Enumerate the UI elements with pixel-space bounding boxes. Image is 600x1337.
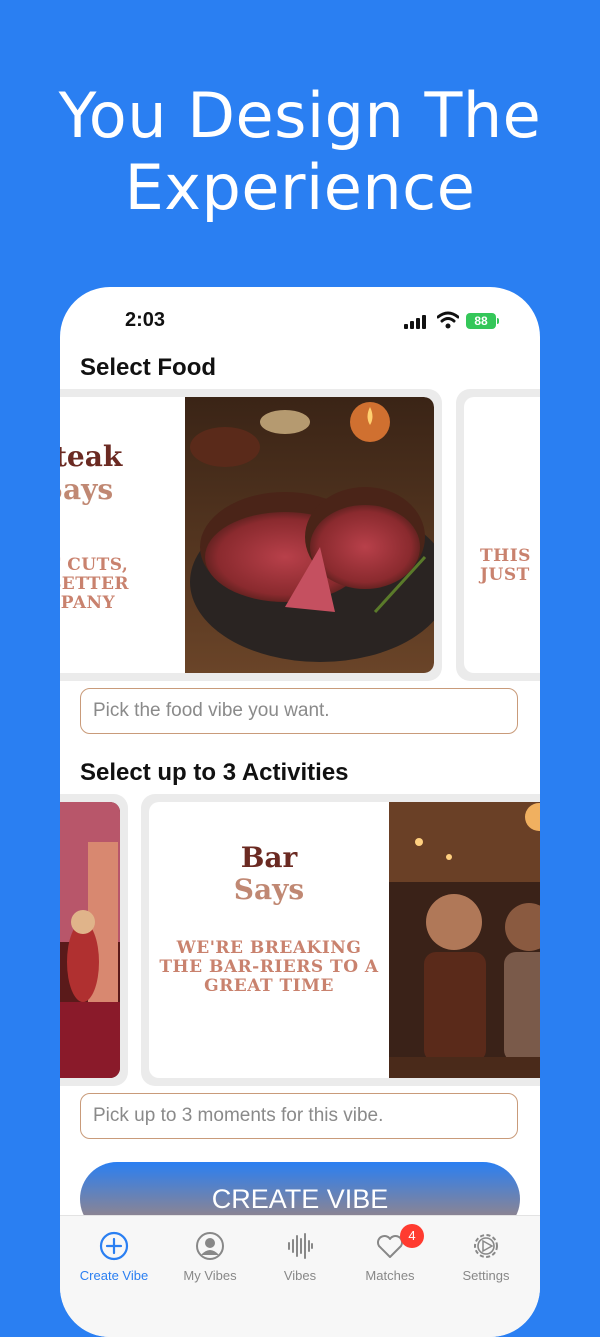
tab-matches[interactable]: 4 Matches [342,1224,438,1283]
tab-create-vibe-label: Create Vibe [79,1268,149,1283]
matches-badge: 4 [400,1224,424,1248]
plus-circle-icon [99,1231,129,1261]
activity-card-bar[interactable]: Bar Says WE'RE BREAKING THE BAR-RIERS TO… [141,794,540,1086]
gear-icon [474,1234,498,1258]
food-card-next-tag-2: JUST [480,565,530,585]
tab-vibes[interactable]: Vibes [252,1230,348,1283]
select-food-title: Select Food [80,354,217,381]
tab-create-vibe[interactable]: Create Vibe [66,1230,162,1283]
headline-line-2: Experience [124,151,476,224]
activity-card-bar-inner: Bar Says WE'RE BREAKING THE BAR-RIERS TO… [149,802,540,1078]
activity-card-tag-2: THE BAR-RIERS TO A [159,957,379,977]
food-card-next-tag-1: THIS [480,546,531,566]
activity-card-sub: Says [233,873,305,906]
tab-my-vibes-label: My Vibes [183,1268,237,1283]
food-card-next-inner: THIS JUST [464,397,540,673]
bar-photo [389,802,540,1078]
steak-photo [185,397,434,673]
activity-card-prev[interactable] [60,794,128,1086]
food-card-steak[interactable]: Steak Says T CUTS, BETTER PANY [60,389,442,681]
headline-line-1: You Design The [58,79,542,152]
activity-card-tag-3: GREAT TIME [204,976,334,996]
phone-screen: 2:03 88 Select Food Steak Says T CUTS, B… [60,287,540,1337]
tab-matches-label: Matches [365,1268,415,1283]
headline: You Design The Experience [0,80,600,224]
tab-settings-label: Settings [462,1268,510,1283]
tab-bar: Create Vibe My Vibes Vibes 4 Matches Set… [60,1215,540,1337]
food-card-tag-3: PANY [60,593,116,613]
lounge-photo [60,802,120,1078]
food-card-title: Steak [60,440,123,473]
food-carousel[interactable]: Steak Says T CUTS, BETTER PANY [60,389,540,681]
food-card-tag-2: BETTER [60,574,130,594]
tab-vibes-label: Vibes [283,1268,317,1283]
activities-carousel[interactable]: Bar Says WE'RE BREAKING THE BAR-RIERS TO… [60,794,540,1086]
select-activities-title: Select up to 3 Activities [80,759,349,786]
activity-card-title: Bar [240,841,298,874]
food-card-next[interactable]: THIS JUST [456,389,540,681]
battery-icon: 88 [466,313,496,329]
status-time: 2:03 [125,309,166,331]
status-bar: 2:03 88 [60,287,540,347]
tab-my-vibes[interactable]: My Vibes [162,1230,258,1283]
person-circle-icon [196,1232,224,1260]
wifi-icon [437,311,459,329]
waveform-icon [288,1233,313,1259]
tab-settings[interactable]: Settings [438,1230,534,1283]
activity-card-prev-inner [60,802,120,1078]
food-vibe-input[interactable]: Pick the food vibe you want. [80,688,518,734]
battery-tip [497,318,499,324]
activity-card-tag-1: WE'RE BREAKING [176,938,362,958]
cellular-signal-icon [404,315,428,329]
food-card-sub: Says [60,473,114,506]
food-card-inner: Steak Says T CUTS, BETTER PANY [60,397,434,673]
food-card-tag-1: T CUTS, [60,555,129,575]
activities-vibe-input[interactable]: Pick up to 3 moments for this vibe. [80,1093,518,1139]
